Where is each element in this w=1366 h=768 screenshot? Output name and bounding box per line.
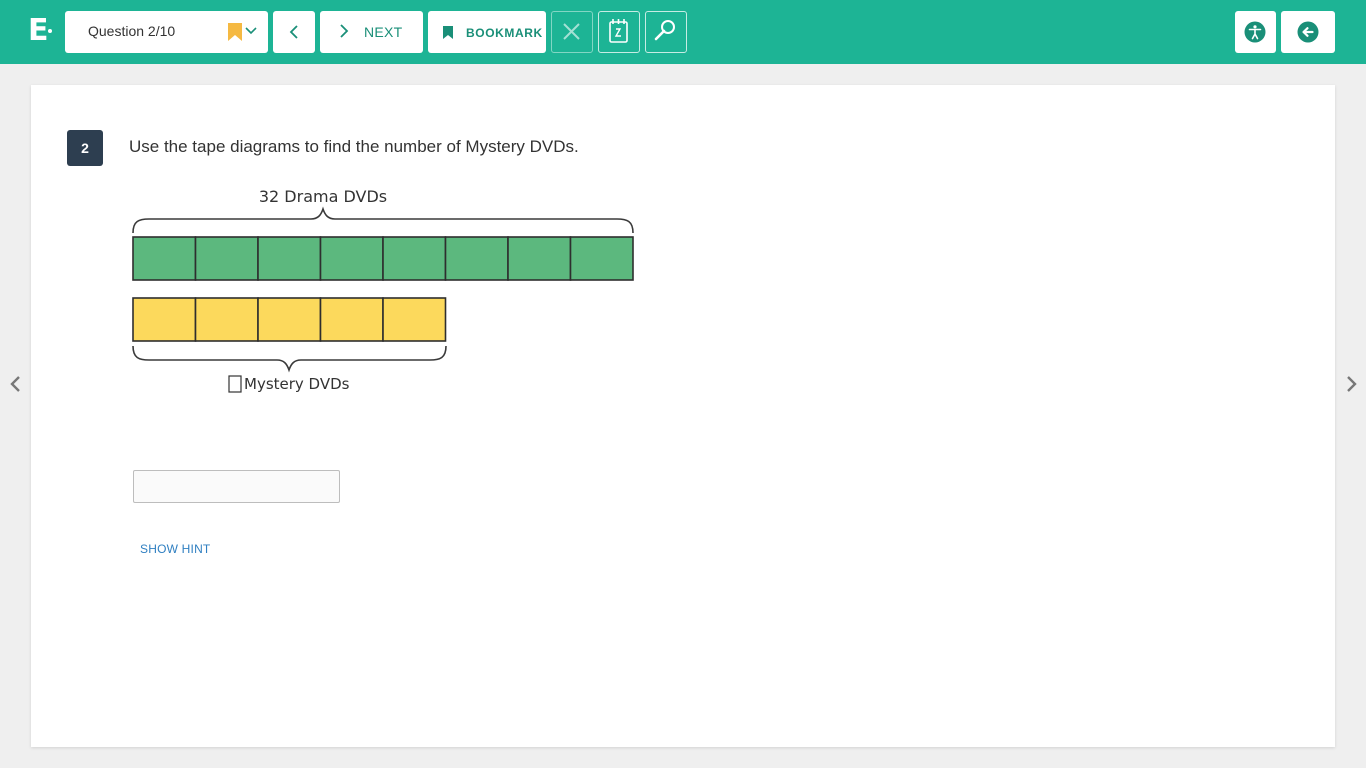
accessibility-button[interactable] [1235,11,1276,53]
eliminator-tool-button[interactable] [551,11,593,53]
previous-page-arrow[interactable] [8,375,24,393]
mystery-label: Mystery DVDs [244,375,350,393]
notepad-tool-button[interactable] [598,11,640,53]
calendar-icon [609,19,628,43]
chevron-right-icon [340,24,349,38]
mystery-tape [132,297,447,342]
show-hint-link[interactable]: SHOW HINT [140,542,210,556]
drama-unit [382,236,447,281]
close-icon [563,23,580,40]
question-number-badge: 2 [67,130,103,166]
mystery-unit [319,297,384,342]
tape-diagram: 32 Drama DVDs Mystery DVDs [132,187,634,393]
drama-unit [569,236,634,281]
magnifier-tool-button[interactable] [645,11,687,53]
drama-unit [257,236,322,281]
drama-unit [444,236,509,281]
accessibility-icon [1244,21,1266,43]
exit-icon [1297,21,1319,43]
drama-unit [132,236,197,281]
drama-unit [319,236,384,281]
question-prompt: Use the tape diagrams to find the number… [129,137,579,156]
unknown-box [228,375,242,393]
answer-input[interactable] [133,470,340,503]
mystery-unit [257,297,322,342]
top-toolbar: E Question 2/10 NEXT BOOKMARK [0,0,1366,64]
question-card: 2 Use the tape diagrams to find the numb… [31,85,1335,747]
question-selector[interactable]: Question 2/10 [65,11,268,53]
app-logo: E [28,13,49,48]
bookmark-flag-icon [228,23,242,41]
drama-unit [194,236,259,281]
exit-button[interactable] [1281,11,1335,53]
question-selector-label: Question 2/10 [88,23,176,39]
next-page-arrow[interactable] [1343,375,1359,393]
magnifier-icon [654,20,675,41]
logo-dot [48,29,52,33]
drama-label: 32 Drama DVDs [259,187,387,206]
bookmark-button[interactable]: BOOKMARK [428,11,546,53]
mystery-brace [132,345,447,373]
bookmark-button-label: BOOKMARK [466,26,543,40]
bookmark-icon [443,26,453,39]
drama-brace [132,206,634,234]
previous-question-button[interactable] [273,11,315,53]
mystery-unit [132,297,197,342]
mystery-unit [194,297,259,342]
chevron-left-icon [289,25,298,39]
next-question-button[interactable]: NEXT [320,11,423,53]
chevron-down-icon [245,27,257,35]
mystery-unit [382,297,447,342]
drama-tape [132,236,634,281]
drama-unit [507,236,572,281]
next-button-label: NEXT [364,24,403,40]
